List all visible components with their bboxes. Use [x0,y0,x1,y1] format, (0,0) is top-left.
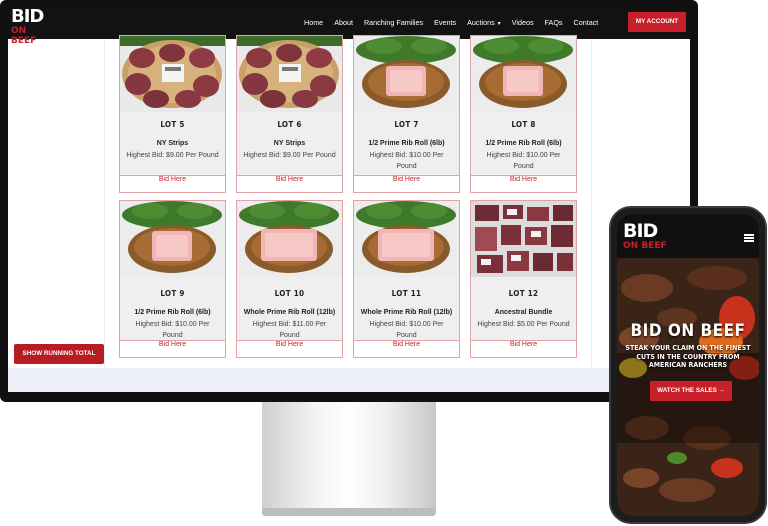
lot-number: LOT 8 [511,120,536,129]
bid-here-button[interactable]: Bid Here [354,340,459,357]
lot-title: NY Strips [273,140,306,147]
steaks-image [237,36,342,112]
hero-title: BID ON BEEF [630,321,746,341]
footer-band [8,368,690,392]
basket-image [354,201,459,277]
basket-image [237,201,342,277]
lot-card: LOT 6 NY Strips Highest Bid: $9.00 Per P… [236,35,343,193]
lot-number: LOT 5 [160,120,185,129]
lot-card: LOT 12 Ancestral Bundle Highest Bid: $5.… [470,200,577,358]
lot-card: LOT 7 1/2 Prime Rib Roll (6lb) Highest B… [353,35,460,193]
nav-contact[interactable]: Contact [574,18,599,27]
highest-bid: Highest Bid: $9.00 Per Pound [126,152,219,159]
site-header: BID ON BEEF Home About Ranching Families… [8,5,690,47]
nav-faqs[interactable]: FAQs [545,18,563,27]
highest-bid: Highest Bid: $10.00 Per Pound [135,321,210,339]
lot-card: LOT 5 NY Strips Highest Bid: $9.00 Per P… [119,35,226,193]
lot-number: LOT 12 [508,289,539,298]
lot-title: 1/2 Prime Rib Roll (6lb) [134,309,211,316]
basket-image [471,36,576,112]
lot-title: 1/2 Prime Rib Roll (6lb) [485,140,562,147]
highest-bid: Highest Bid: $10.00 Per Pound [486,152,561,170]
hero-subtitle-accent: STEAK YOUR CLAIM [625,344,695,352]
nav-events[interactable]: Events [434,18,456,27]
lot-card: LOT 8 1/2 Prime Rib Roll (6lb) Highest B… [470,35,577,193]
lot-number: LOT 7 [394,120,419,129]
lot-number: LOT 11 [391,289,422,298]
nav-ranching-families[interactable]: Ranching Families [364,18,423,27]
hamburger-menu-icon[interactable] [744,234,754,242]
highest-bid: Highest Bid: $10.00 Per Pound [369,152,444,170]
bid-here-button[interactable]: Bid Here [471,175,576,192]
mobile-phone: BID ON BEEF BID ON BEEF STEAK YOUR CLAIM… [609,206,767,524]
highest-bid: Highest Bid: $9.00 Per Pound [243,152,336,159]
show-running-total-button[interactable]: SHOW RUNNING TOTAL [14,344,104,364]
nav-auctions-label: Auctions [467,17,495,27]
bid-here-button[interactable]: Bid Here [237,340,342,357]
nav-videos[interactable]: Videos [512,18,534,27]
highest-bid: Highest Bid: $5.00 Per Pound [477,321,570,328]
highest-bid: Highest Bid: $10.00 Per Pound [369,321,444,339]
monitor-stand [262,402,436,512]
hero-subtitle: STEAK YOUR CLAIM ON THE FINEST CUTS IN T… [623,344,753,370]
desktop-monitor: BID ON BEEF Home About Ranching Families… [0,0,698,402]
chevron-down-icon: ▾ [497,20,501,27]
lot-grid: LOT 5 NY Strips Highest Bid: $9.00 Per P… [104,35,592,392]
mobile-logo[interactable]: BID ON BEEF [623,220,667,252]
my-account-button[interactable]: MY ACCOUNT [628,12,686,32]
desktop-screen: BID ON BEEF Home About Ranching Families… [8,5,690,392]
lot-title: 1/2 Prime Rib Roll (6lb) [368,140,445,147]
bundle-image [471,201,576,277]
basket-image [120,201,225,277]
lot-title: Ancestral Bundle [494,309,553,316]
main-nav: Home About Ranching Families Events Auct… [304,5,609,39]
basket-image [354,36,459,112]
bid-here-button[interactable]: Bid Here [120,175,225,192]
bid-here-button[interactable]: Bid Here [354,175,459,192]
monitor-stand-base [262,508,436,516]
nav-auctions[interactable]: Auctions ▾ [467,18,501,27]
logo-text-bid: BID [11,6,44,27]
highest-bid: Highest Bid: $11.00 Per Pound [252,321,327,339]
lot-title: NY Strips [156,140,189,147]
lot-card: LOT 9 1/2 Prime Rib Roll (6lb) Highest B… [119,200,226,358]
mobile-screen: BID ON BEEF BID ON BEEF STEAK YOUR CLAIM… [617,214,759,516]
lot-title: Whole Prime Rib Roll (12lb) [243,309,336,316]
logo-text-on-beef: ON BEEF [623,241,667,251]
steaks-image [120,36,225,112]
bid-here-button[interactable]: Bid Here [237,175,342,192]
lot-title: Whole Prime Rib Roll (12lb) [360,309,453,316]
bid-here-button[interactable]: Bid Here [120,340,225,357]
lot-number: LOT 6 [277,120,302,129]
watch-the-sales-button[interactable]: WATCH THE SALES → [650,381,732,401]
nav-about[interactable]: About [334,18,353,27]
lot-number: LOT 10 [274,289,305,298]
nav-home[interactable]: Home [304,18,323,27]
bid-here-button[interactable]: Bid Here [471,340,576,357]
site-logo[interactable]: BID ON BEEF [11,6,53,47]
lot-card: LOT 10 Whole Prime Rib Roll (12lb) Highe… [236,200,343,358]
lot-card: LOT 11 Whole Prime Rib Roll (12lb) Highe… [353,200,460,358]
lot-number: LOT 9 [160,289,185,298]
logo-text-on-beef: ON BEEF [11,26,37,46]
logo-text-bid: BID [623,220,658,242]
